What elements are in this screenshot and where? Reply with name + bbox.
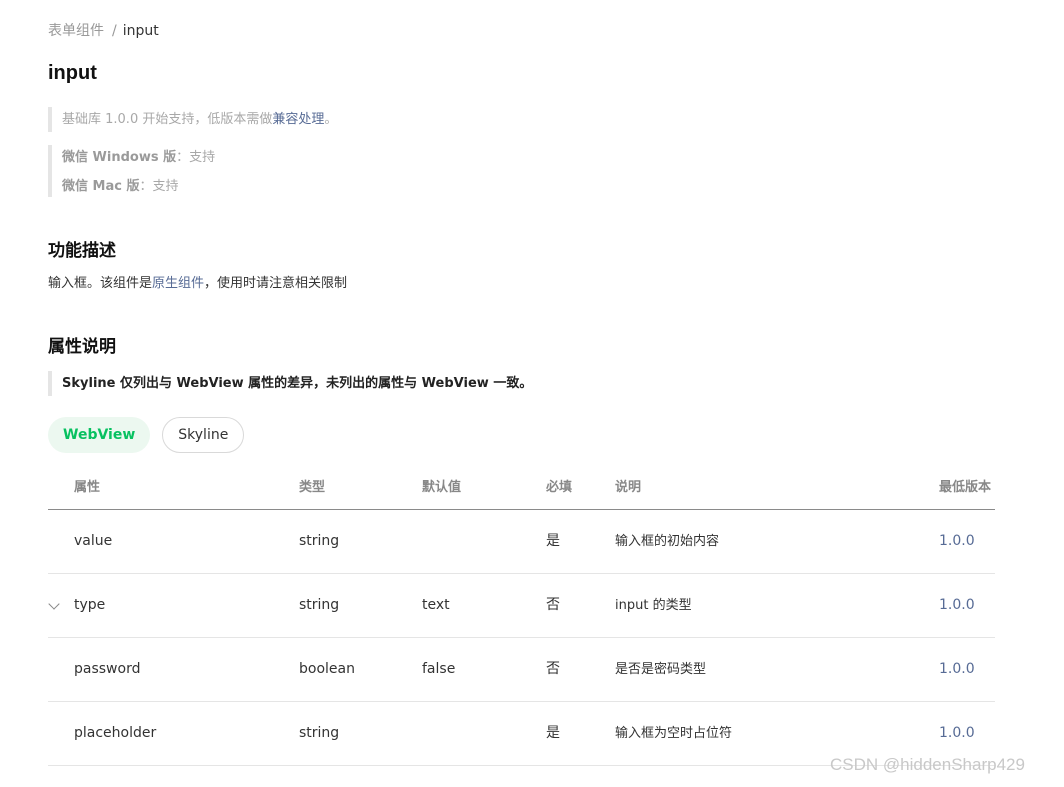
support-note-text: 基础库 1.0.0 开始支持，低版本需做 (62, 112, 273, 127)
cell-description: input 的类型 (615, 598, 692, 613)
cell-default: false (422, 661, 456, 677)
table-row: type string text 否 input 的类型 1.0.0 (48, 574, 995, 638)
expand-column-header (48, 468, 74, 509)
support-note: 基础库 1.0.0 开始支持，低版本需做兼容处理。 (48, 107, 337, 132)
cell-required: 否 (546, 597, 560, 613)
cell-attribute: value (74, 533, 113, 549)
renderer-tabs: WebView Skyline (48, 417, 245, 453)
cell-description: 是否是密码类型 (615, 662, 707, 677)
cell-min-version[interactable]: 1.0.0 (939, 510, 995, 573)
windows-label: 微信 Windows 版 (62, 150, 177, 165)
skyline-tip: Skyline 仅列出与 WebView 属性的差异，未列出的属性与 WebVi… (48, 371, 532, 396)
description-text: 输入框。该组件是 (48, 276, 153, 291)
column-header-type: 类型 (299, 480, 326, 495)
chevron-down-icon[interactable] (48, 598, 60, 610)
cell-min-version[interactable]: 1.0.0 (939, 638, 995, 701)
column-header-attribute: 属性 (74, 480, 101, 495)
table-row: value string 是 输入框的初始内容 1.0.0 (48, 510, 995, 574)
compat-link[interactable]: 兼容处理 (272, 112, 324, 127)
support-note-suffix: 。 (324, 112, 338, 127)
cell-type: boolean (299, 661, 355, 677)
attributes-table: 属性 类型 默认值 必填 说明 最低版本 value string 是 输入框的… (48, 468, 995, 766)
column-header-default: 默认值 (422, 480, 462, 495)
cell-attribute: placeholder (74, 725, 157, 741)
windows-support: 微信 Windows 版：支持 (62, 145, 215, 174)
cell-required: 是 (546, 533, 560, 549)
row-expand-cell[interactable] (48, 574, 74, 637)
column-header-required: 必填 (546, 480, 573, 495)
cell-min-version[interactable]: 1.0.0 (939, 574, 995, 637)
cell-default (422, 510, 546, 573)
cell-default (422, 702, 546, 765)
cell-type: string (299, 597, 340, 613)
cell-description: 输入框的初始内容 (615, 534, 720, 549)
cell-type: string (299, 533, 340, 549)
table-header: 属性 类型 默认值 必填 说明 最低版本 (48, 468, 995, 510)
breadcrumb: 表单组件 / input (48, 20, 159, 40)
breadcrumb-separator: / (112, 23, 117, 39)
row-expand-cell (48, 510, 74, 573)
page-title: input (48, 62, 97, 84)
column-header-description: 说明 (615, 480, 642, 495)
table-row: password boolean false 否 是否是密码类型 1.0.0 (48, 638, 995, 702)
cell-type: string (299, 725, 340, 741)
tab-webview[interactable]: WebView (48, 417, 151, 453)
attributes-heading: 属性说明 (48, 337, 116, 357)
function-heading: 功能描述 (48, 241, 116, 261)
windows-value: ：支持 (176, 150, 216, 165)
row-expand-cell (48, 702, 74, 765)
cell-required: 否 (546, 661, 560, 677)
mac-support: 微信 Mac 版：支持 (62, 174, 215, 203)
column-header-min-version: 最低版本 (939, 480, 992, 495)
mac-label: 微信 Mac 版 (62, 179, 140, 194)
cell-required: 是 (546, 725, 560, 741)
cell-attribute: type (74, 597, 106, 613)
breadcrumb-parent[interactable]: 表单组件 (48, 23, 104, 39)
function-description: 输入框。该组件是原生组件，使用时请注意相关限制 (48, 272, 347, 291)
breadcrumb-current: input (122, 23, 159, 39)
mac-value: ：支持 (139, 179, 179, 194)
watermark: CSDN @hiddenSharp429 (830, 755, 1025, 774)
platform-note: 微信 Windows 版：支持 微信 Mac 版：支持 (48, 145, 215, 197)
cell-default: text (422, 597, 450, 613)
row-expand-cell (48, 638, 74, 701)
cell-attribute: password (74, 661, 141, 677)
native-component-link[interactable]: 原生组件 (152, 276, 204, 291)
description-suffix: ，使用时请注意相关限制 (204, 276, 348, 291)
tab-skyline[interactable]: Skyline (162, 417, 245, 453)
